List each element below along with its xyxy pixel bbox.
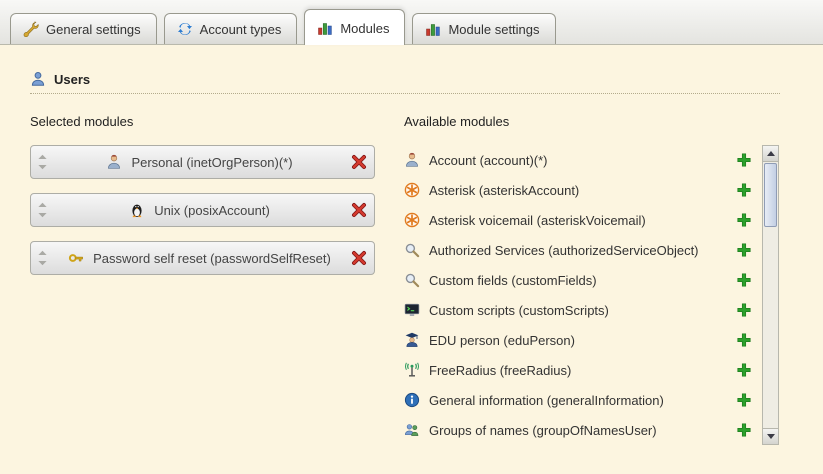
drag-updown-icon[interactable] [37, 154, 48, 170]
section-title: Users [54, 72, 90, 87]
add-plus-icon[interactable] [736, 152, 752, 168]
selected-modules-column: Selected modules Personal (inetOrgPerson… [30, 114, 382, 445]
module-label: Asterisk (asteriskAccount) [429, 183, 727, 198]
tab-label: Account types [200, 22, 282, 37]
add-plus-icon[interactable] [736, 392, 752, 408]
delete-icon[interactable] [351, 154, 367, 170]
tab-general-settings[interactable]: General settings [10, 13, 157, 44]
users-section-header: Users [30, 71, 780, 94]
available-modules-heading: Available modules [404, 114, 782, 129]
refresh-icon [177, 21, 193, 37]
available-module-row-custom-fields: Custom fields (customFields) [404, 265, 756, 295]
tab-label: Modules [340, 21, 389, 36]
add-plus-icon[interactable] [736, 242, 752, 258]
module-label: Custom scripts (customScripts) [429, 303, 727, 318]
tab-account-types[interactable]: Account types [164, 13, 298, 44]
add-plus-icon[interactable] [736, 212, 752, 228]
selected-module-row-password-self-reset[interactable]: Password self reset (passwordSelfReset) [30, 241, 375, 275]
available-module-row-freeradius: FreeRadius (freeRadius) [404, 355, 756, 385]
add-plus-icon[interactable] [736, 302, 752, 318]
person-icon [404, 152, 420, 168]
selected-modules-heading: Selected modules [30, 114, 382, 129]
info-icon [404, 392, 420, 408]
add-plus-icon[interactable] [736, 362, 752, 378]
magnifier-icon [404, 272, 420, 288]
selected-module-row-unix[interactable]: Unix (posixAccount) [30, 193, 375, 227]
user-icon [30, 71, 46, 87]
drag-updown-icon[interactable] [37, 202, 48, 218]
modules-tab-content: Users Selected modules Personal (inetOrg… [0, 45, 823, 474]
arrow-up-icon [767, 151, 775, 156]
edu-person-icon [404, 332, 420, 348]
module-label: FreeRadius (freeRadius) [429, 363, 727, 378]
wrench-icon [23, 21, 39, 37]
module-label: Groups of names (groupOfNamesUser) [429, 423, 727, 438]
module-label: Unix (posixAccount) [154, 203, 270, 218]
available-modules-list: Account (account)(*) Asterisk (asteriskA… [404, 145, 756, 445]
group-icon [404, 422, 420, 438]
add-plus-icon[interactable] [736, 272, 752, 288]
selected-module-row-personal[interactable]: Personal (inetOrgPerson)(*) [30, 145, 375, 179]
key-icon [68, 250, 84, 266]
scroll-down-button[interactable] [763, 428, 778, 444]
delete-icon[interactable] [351, 250, 367, 266]
available-module-row-edu-person: EDU person (eduPerson) [404, 325, 756, 355]
script-icon [404, 302, 420, 318]
available-module-row-groups-of-names: Groups of names (groupOfNamesUser) [404, 415, 756, 445]
module-label: Authorized Services (authorizedServiceOb… [429, 243, 727, 258]
magnifier-icon [404, 242, 420, 258]
arrow-down-icon [767, 434, 775, 439]
scroll-up-button[interactable] [763, 146, 778, 162]
add-plus-icon[interactable] [736, 422, 752, 438]
module-label: EDU person (eduPerson) [429, 333, 727, 348]
penguin-icon [129, 202, 145, 218]
radius-icon [404, 362, 420, 378]
tab-module-settings[interactable]: Module settings [412, 13, 555, 44]
tab-bar: General settings Account types Modules M… [0, 0, 823, 45]
module-configuration-page: General settings Account types Modules M… [0, 0, 823, 474]
tab-label: Module settings [448, 22, 539, 37]
module-label: General information (generalInformation) [429, 393, 727, 408]
delete-icon[interactable] [351, 202, 367, 218]
module-label: Account (account)(*) [429, 153, 727, 168]
drag-updown-icon[interactable] [37, 250, 48, 266]
available-modules-column: Available modules Account (account)(*) A… [404, 114, 782, 445]
asterisk-icon [404, 182, 420, 198]
person-icon [106, 154, 122, 170]
chart-icon [425, 21, 441, 37]
asterisk-icon [404, 212, 420, 228]
module-label: Personal (inetOrgPerson)(*) [131, 155, 292, 170]
module-label: Asterisk voicemail (asteriskVoicemail) [429, 213, 727, 228]
add-plus-icon[interactable] [736, 182, 752, 198]
available-module-row-asterisk-voicemail: Asterisk voicemail (asteriskVoicemail) [404, 205, 756, 235]
add-plus-icon[interactable] [736, 332, 752, 348]
module-label: Custom fields (customFields) [429, 273, 727, 288]
chart-icon [317, 20, 333, 36]
available-module-row-asterisk: Asterisk (asteriskAccount) [404, 175, 756, 205]
tab-modules[interactable]: Modules [304, 9, 405, 45]
module-label: Password self reset (passwordSelfReset) [93, 251, 331, 266]
tab-label: General settings [46, 22, 141, 37]
scrollbar[interactable] [762, 145, 779, 445]
available-module-row-custom-scripts: Custom scripts (customScripts) [404, 295, 756, 325]
scrollbar-track[interactable] [763, 162, 778, 428]
available-module-row-general-information: General information (generalInformation) [404, 385, 756, 415]
scrollbar-thumb[interactable] [764, 163, 777, 227]
available-module-row-authorized-services: Authorized Services (authorizedServiceOb… [404, 235, 756, 265]
available-module-row-account: Account (account)(*) [404, 145, 756, 175]
